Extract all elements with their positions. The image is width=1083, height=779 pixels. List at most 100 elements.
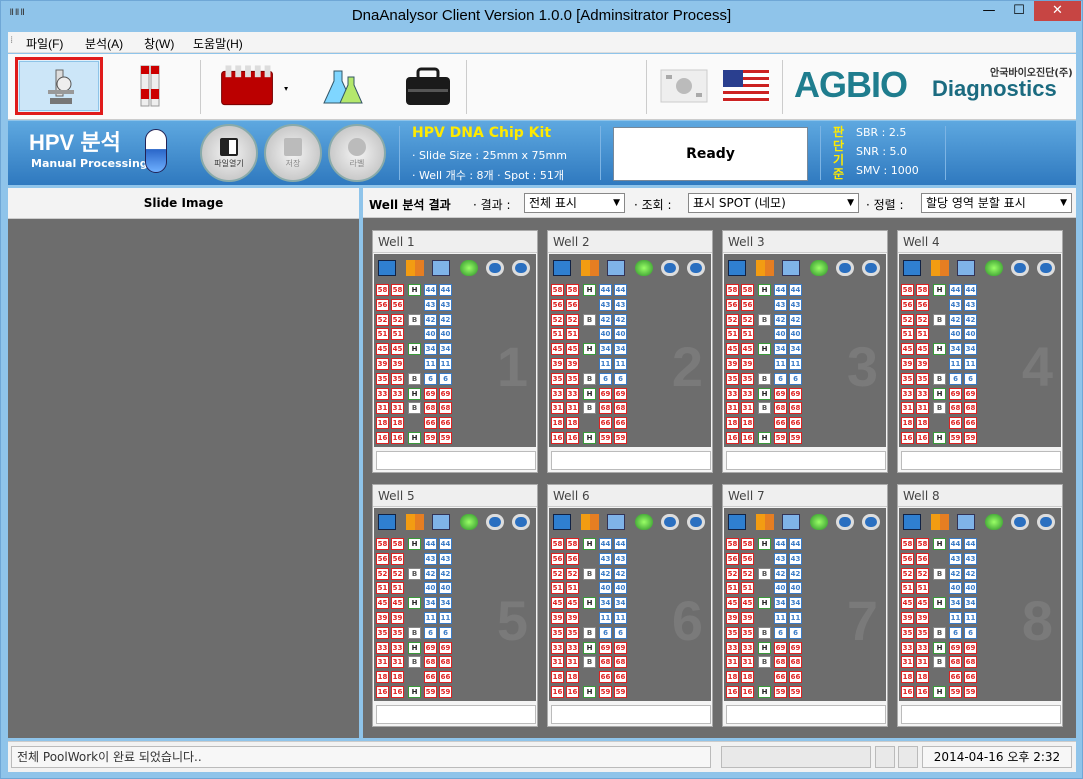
spot-cell[interactable]: 51 — [551, 328, 564, 341]
spot-cell[interactable]: 6 — [774, 626, 787, 639]
spot-cell[interactable]: H — [408, 641, 421, 654]
spot-cell[interactable]: 18 — [376, 671, 389, 684]
zoom-out-icon[interactable] — [687, 260, 705, 276]
spot-cell[interactable]: 35 — [901, 626, 914, 639]
spot-cell[interactable]: 11 — [439, 612, 452, 624]
spot-cell[interactable]: 42 — [949, 313, 962, 326]
grid-add-icon[interactable] — [756, 514, 774, 530]
spot-cell[interactable]: 33 — [551, 641, 564, 654]
spot-cell[interactable]: 68 — [424, 656, 437, 669]
spot-cell[interactable]: B — [583, 313, 596, 326]
spot-cell[interactable]: 16 — [566, 686, 579, 698]
spot-cell[interactable]: 44 — [789, 284, 802, 296]
spot-cell[interactable]: H — [758, 432, 771, 444]
spot-cell[interactable]: 35 — [916, 372, 929, 385]
spot-cell[interactable]: 45 — [566, 343, 579, 356]
spot-cell[interactable]: H — [758, 538, 771, 550]
spot-cell[interactable]: 51 — [726, 582, 739, 595]
english-language-button[interactable] — [718, 57, 774, 115]
zoom-out-icon[interactable] — [1037, 514, 1055, 530]
copy-icon[interactable] — [432, 260, 450, 276]
spot-cell[interactable]: 33 — [391, 641, 404, 654]
spot-cell[interactable]: 40 — [949, 582, 962, 595]
spot-cell[interactable]: 59 — [439, 686, 452, 698]
spot-cell[interactable]: 35 — [726, 626, 739, 639]
spot-cell[interactable]: 34 — [789, 597, 802, 610]
spot-cell[interactable]: 33 — [391, 387, 404, 400]
globe-icon[interactable] — [635, 514, 653, 530]
spot-cell[interactable]: 42 — [964, 567, 977, 580]
zoom-out-icon[interactable] — [862, 514, 880, 530]
spot-cell[interactable]: 56 — [376, 552, 389, 565]
flasks-button[interactable] — [298, 57, 386, 115]
spot-cell[interactable]: B — [758, 567, 771, 580]
spot-cell[interactable]: 43 — [439, 552, 452, 565]
spot-cell[interactable]: H — [408, 387, 421, 400]
monitor-icon[interactable] — [903, 260, 921, 276]
spot-cell[interactable]: 11 — [424, 612, 437, 624]
spot-cell[interactable]: 43 — [774, 552, 787, 565]
spot-cell[interactable]: 31 — [726, 402, 739, 415]
spot-cell[interactable]: 39 — [391, 612, 404, 624]
spot-cell[interactable]: 51 — [391, 582, 404, 595]
spot-cell[interactable]: 52 — [551, 313, 564, 326]
spot-cell[interactable]: 43 — [789, 298, 802, 311]
spot-cell[interactable]: 66 — [614, 671, 627, 684]
spot-cell[interactable]: 39 — [551, 612, 564, 624]
spot-cell[interactable]: 33 — [376, 641, 389, 654]
spot-cell[interactable]: H — [408, 686, 421, 698]
globe-icon[interactable] — [985, 514, 1003, 530]
spot-cell[interactable]: 58 — [391, 538, 404, 550]
zoom-in-icon[interactable] — [661, 514, 679, 530]
monitor-icon[interactable] — [553, 260, 571, 276]
spot-cell[interactable]: 68 — [949, 402, 962, 415]
spot-cell[interactable]: 16 — [391, 686, 404, 698]
spot-cell[interactable]: 59 — [774, 686, 787, 698]
spot-cell[interactable]: 16 — [741, 432, 754, 444]
spot-cell[interactable]: 18 — [566, 671, 579, 684]
spot-cell[interactable]: 18 — [551, 417, 564, 430]
spot-cell[interactable]: 51 — [551, 582, 564, 595]
spot-cell[interactable]: 58 — [566, 538, 579, 550]
spot-cell[interactable]: 69 — [424, 387, 437, 400]
spot-cell[interactable]: 69 — [789, 387, 802, 400]
spot-cell[interactable]: 16 — [551, 686, 564, 698]
spot-cell[interactable]: 18 — [741, 417, 754, 430]
spot-cell[interactable]: 39 — [376, 358, 389, 370]
spot-cell[interactable]: 42 — [774, 313, 787, 326]
spot-cell[interactable]: H — [758, 686, 771, 698]
spot-cell[interactable]: 52 — [916, 567, 929, 580]
spot-cell[interactable]: 56 — [566, 552, 579, 565]
spot-cell[interactable]: 58 — [916, 538, 929, 550]
zoom-in-icon[interactable] — [836, 260, 854, 276]
spot-cell[interactable]: 18 — [551, 671, 564, 684]
spot-cell[interactable]: 45 — [391, 343, 404, 356]
spot-cell[interactable]: 39 — [726, 612, 739, 624]
spot-cell[interactable]: 34 — [949, 343, 962, 356]
spot-cell[interactable]: H — [583, 387, 596, 400]
spot-cell[interactable]: 56 — [901, 552, 914, 565]
spot-cell[interactable]: 33 — [726, 641, 739, 654]
spot-cell[interactable]: 69 — [964, 387, 977, 400]
spot-cell[interactable]: 39 — [741, 612, 754, 624]
spot-cell[interactable]: 43 — [789, 552, 802, 565]
spot-cell[interactable]: 66 — [774, 671, 787, 684]
spot-cell[interactable]: 33 — [726, 387, 739, 400]
spot-cell[interactable]: 6 — [964, 372, 977, 385]
copy-icon[interactable] — [957, 514, 975, 530]
spot-cell[interactable]: 11 — [949, 358, 962, 370]
spot-cell[interactable]: 40 — [599, 582, 612, 595]
spot-cell[interactable]: 58 — [901, 284, 914, 296]
spot-cell[interactable]: B — [933, 626, 946, 639]
spot-cell[interactable]: H — [933, 641, 946, 654]
spot-cell[interactable]: B — [758, 626, 771, 639]
spot-cell[interactable]: 52 — [741, 567, 754, 580]
spot-cell[interactable]: 58 — [551, 538, 564, 550]
spot-cell[interactable]: 45 — [726, 343, 739, 356]
spot-cell[interactable]: 45 — [741, 597, 754, 610]
spot-cell[interactable]: 69 — [949, 641, 962, 654]
spot-cell[interactable]: 44 — [949, 538, 962, 550]
spot-cell[interactable]: 39 — [726, 358, 739, 370]
spot-cell[interactable]: H — [758, 284, 771, 296]
spot-cell[interactable]: H — [583, 641, 596, 654]
